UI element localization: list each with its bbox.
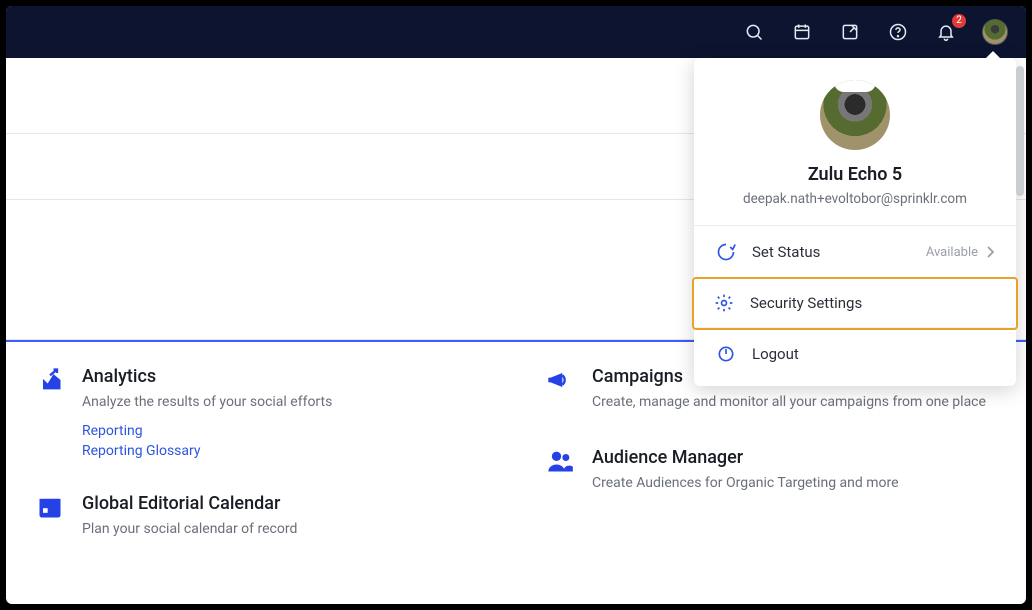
profile-dropdown: Zulu Echo 5 deepak.nath+evoltobor@sprink…	[694, 58, 1016, 386]
card-title: Global Editorial Calendar	[82, 493, 297, 514]
profile-email: deepak.nath+evoltobor@sprinklr.com	[743, 191, 967, 207]
card-subtitle: Create, manage and monitor all your camp…	[592, 393, 986, 413]
feature-col-left: Analytics Analyze the results of your so…	[36, 366, 486, 539]
profile-menu: Set Status Available Security Settings L…	[694, 225, 1016, 380]
avatar-large	[820, 80, 890, 150]
card-title: Audience Manager	[592, 447, 899, 468]
menu-logout[interactable]: Logout	[694, 328, 1016, 380]
compose-icon[interactable]	[838, 20, 862, 44]
card-subtitle: Plan your social calendar of record	[82, 520, 297, 540]
card-subtitle: Create Audiences for Organic Targeting a…	[592, 474, 899, 494]
gear-icon	[714, 293, 734, 313]
menu-set-status[interactable]: Set Status Available	[694, 226, 1016, 279]
chevron-right-icon	[986, 246, 994, 258]
calendar-card-icon	[36, 493, 64, 521]
app-frame: 2 Analytics Analyze the results of your …	[6, 6, 1026, 604]
scrollbar-thumb[interactable]	[1016, 66, 1024, 196]
analytics-icon	[36, 366, 64, 394]
status-value: Available	[926, 245, 978, 260]
feature-col-right: Campaigns Create, manage and monitor all…	[546, 366, 996, 539]
link-reporting[interactable]: Reporting	[82, 423, 332, 439]
menu-label: Set Status	[752, 243, 910, 261]
card-calendar[interactable]: Global Editorial Calendar Plan your soci…	[36, 493, 486, 540]
card-links: Reporting Reporting Glossary	[82, 423, 332, 459]
menu-label: Logout	[752, 345, 994, 363]
top-nav: 2	[6, 6, 1026, 58]
power-icon	[716, 344, 736, 364]
card-analytics[interactable]: Analytics Analyze the results of your so…	[36, 366, 486, 459]
audience-icon	[546, 447, 574, 475]
menu-security-settings[interactable]: Security Settings	[694, 279, 1016, 328]
profile-name: Zulu Echo 5	[808, 164, 902, 185]
notification-badge: 2	[952, 14, 966, 28]
search-icon[interactable]	[742, 20, 766, 44]
link-reporting-glossary[interactable]: Reporting Glossary	[82, 443, 332, 459]
avatar[interactable]	[982, 19, 1008, 45]
calendar-icon[interactable]	[790, 20, 814, 44]
menu-tail: Available	[926, 245, 994, 260]
dropdown-caret	[986, 51, 1000, 58]
card-audience[interactable]: Audience Manager Create Audiences for Or…	[546, 447, 996, 494]
card-subtitle: Analyze the results of your social effor…	[82, 393, 332, 413]
megaphone-icon	[546, 366, 574, 394]
profile-header: Zulu Echo 5 deepak.nath+evoltobor@sprink…	[694, 58, 1016, 225]
card-title: Analytics	[82, 366, 332, 387]
notifications-icon[interactable]: 2	[934, 20, 958, 44]
help-icon[interactable]	[886, 20, 910, 44]
menu-label: Security Settings	[750, 294, 996, 312]
status-icon	[716, 242, 736, 262]
